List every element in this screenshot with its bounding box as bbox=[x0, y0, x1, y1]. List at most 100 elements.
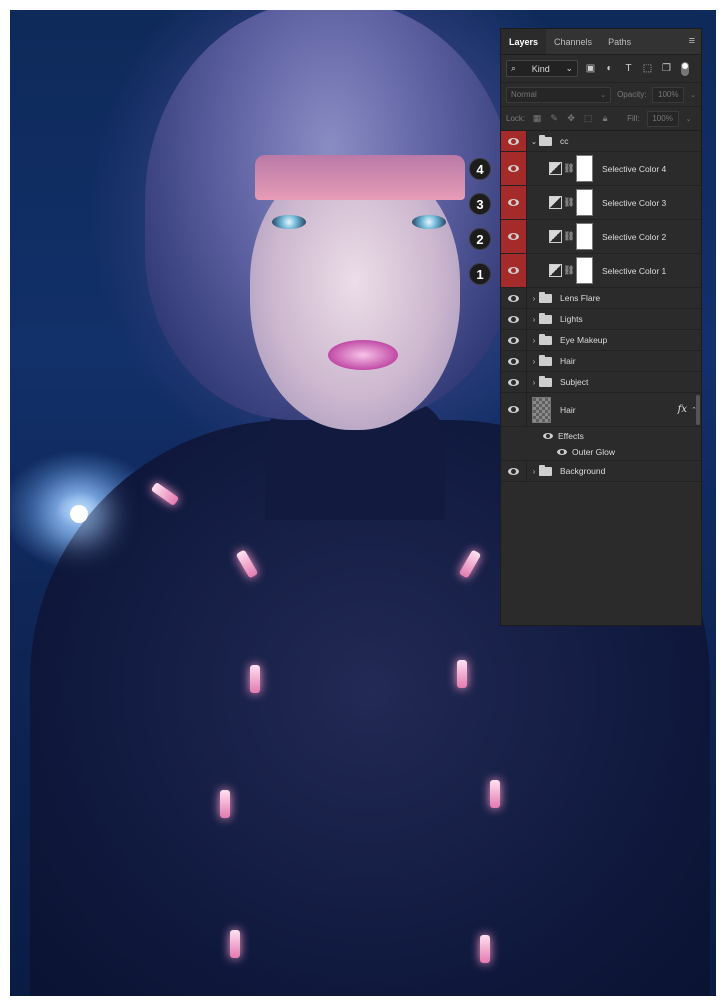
subject-left-eye bbox=[272, 215, 306, 229]
folder-icon bbox=[539, 354, 552, 366]
visibility-toggle[interactable] bbox=[501, 131, 527, 151]
layer-row-subject[interactable]: › Subject bbox=[501, 372, 701, 393]
panel-menu-icon[interactable]: ≡ bbox=[689, 36, 695, 47]
visibility-toggle[interactable] bbox=[501, 393, 527, 426]
layer-row-hair-group[interactable]: › Hair bbox=[501, 351, 701, 372]
subject-face bbox=[250, 160, 460, 430]
layer-row-eye-makeup[interactable]: › Eye Makeup bbox=[501, 330, 701, 351]
lock-all-icon[interactable]: 🔒︎ bbox=[600, 113, 610, 124]
adjustment-filter-icon[interactable]: ◐ bbox=[603, 62, 616, 75]
visibility-toggle[interactable] bbox=[501, 288, 527, 308]
fill-label: Fill: bbox=[627, 114, 640, 123]
shape-filter-icon[interactable]: ⬚ bbox=[641, 62, 654, 75]
layer-row-selective-color-2[interactable]: ⛓ Selective Color 2 bbox=[501, 220, 701, 254]
layer-thumbnail[interactable] bbox=[532, 396, 551, 423]
layer-name: Lens Flare bbox=[560, 293, 601, 303]
type-filter-icon[interactable]: T bbox=[622, 62, 635, 75]
link-icon[interactable]: ⛓ bbox=[562, 163, 576, 174]
tab-channels[interactable]: Channels bbox=[546, 29, 600, 54]
effects-row[interactable]: Effects bbox=[501, 427, 701, 444]
subject-fringe bbox=[255, 155, 465, 200]
chevron-right-icon[interactable]: › bbox=[529, 294, 539, 303]
visibility-toggle[interactable] bbox=[501, 220, 527, 253]
blend-mode-value: Normal bbox=[511, 90, 537, 99]
chevron-right-icon[interactable]: › bbox=[529, 336, 539, 345]
chevron-down-icon[interactable]: ⌄ bbox=[690, 91, 696, 99]
visibility-toggle[interactable] bbox=[501, 351, 527, 371]
search-icon: ⌕ bbox=[511, 63, 517, 73]
layer-name: Subject bbox=[560, 377, 589, 387]
folder-icon bbox=[539, 134, 552, 146]
adjustment-layer-icon bbox=[549, 230, 562, 243]
chevron-right-icon[interactable]: › bbox=[529, 315, 539, 324]
filter-toggle[interactable] bbox=[681, 61, 689, 76]
lock-position-icon[interactable]: ✥ bbox=[566, 113, 576, 124]
layer-row-background[interactable]: › Background bbox=[501, 461, 701, 482]
layer-mask-thumbnail[interactable] bbox=[576, 189, 593, 216]
pixel-filter-icon[interactable]: ▣ bbox=[584, 62, 597, 75]
lock-image-icon[interactable]: ✎ bbox=[549, 113, 559, 124]
layer-row-selective-color-1[interactable]: ⛓ Selective Color 1 bbox=[501, 254, 701, 288]
smart-object-filter-icon[interactable]: ❐ bbox=[660, 62, 673, 75]
filter-kind-select[interactable]: ⌕ Kind ⌄ bbox=[506, 60, 578, 77]
lock-artboard-icon[interactable]: ⬚ bbox=[583, 113, 593, 124]
adjustment-layer-icon bbox=[549, 162, 562, 175]
chevron-down-icon[interactable]: ⌄ bbox=[686, 115, 692, 123]
link-icon[interactable]: ⛓ bbox=[562, 197, 576, 208]
tab-paths[interactable]: Paths bbox=[600, 29, 639, 54]
opacity-field[interactable]: 100% bbox=[652, 86, 685, 103]
visibility-toggle[interactable] bbox=[501, 309, 527, 329]
layer-name: Background bbox=[560, 466, 606, 476]
layer-row-lights[interactable]: › Lights bbox=[501, 309, 701, 330]
adjustment-layer-icon bbox=[549, 264, 562, 277]
chevron-down-icon: ⌄ bbox=[565, 63, 573, 73]
layer-mask-thumbnail[interactable] bbox=[576, 223, 593, 250]
eye-icon bbox=[508, 233, 519, 240]
lens-flare bbox=[70, 505, 88, 523]
callout-badge: 3 bbox=[469, 193, 491, 215]
chevron-right-icon[interactable]: › bbox=[529, 467, 539, 476]
visibility-toggle[interactable] bbox=[501, 186, 527, 219]
blend-mode-select[interactable]: Normal ⌄ bbox=[506, 86, 612, 103]
lock-transparency-icon[interactable]: ▦ bbox=[532, 113, 542, 124]
eye-icon bbox=[508, 199, 519, 206]
layer-row-hair[interactable]: Hair fx ⌃ bbox=[501, 393, 701, 427]
layer-name: Selective Color 2 bbox=[602, 231, 667, 242]
eye-icon[interactable] bbox=[557, 449, 567, 455]
layer-mask-thumbnail[interactable] bbox=[576, 155, 593, 182]
folder-icon bbox=[539, 291, 552, 303]
visibility-toggle[interactable] bbox=[501, 152, 527, 185]
adjustment-layer-icon bbox=[549, 196, 562, 209]
chevron-right-icon[interactable]: › bbox=[529, 378, 539, 387]
layer-name: Selective Color 1 bbox=[602, 265, 667, 276]
layer-row-selective-color-3[interactable]: ⛓ Selective Color 3 bbox=[501, 186, 701, 220]
layer-row-cc[interactable]: ⌄ cc bbox=[501, 131, 701, 152]
visibility-toggle[interactable] bbox=[501, 330, 527, 350]
effect-outer-glow[interactable]: Outer Glow bbox=[501, 444, 701, 461]
tab-layers[interactable]: Layers bbox=[501, 29, 547, 54]
layer-row-lens-flare[interactable]: › Lens Flare bbox=[501, 288, 701, 309]
visibility-toggle[interactable] bbox=[501, 372, 527, 392]
layer-mask-thumbnail[interactable] bbox=[576, 257, 593, 284]
link-icon[interactable]: ⛓ bbox=[562, 231, 576, 242]
chevron-down-icon[interactable]: ⌄ bbox=[529, 137, 539, 146]
blend-row: Normal ⌄ Opacity: 100% ⌄ bbox=[501, 83, 701, 107]
layer-list: ⌄ cc ⛓ Selective Color 4 ⛓ Selective Col… bbox=[501, 131, 701, 482]
eye-icon bbox=[508, 137, 519, 145]
layer-row-selective-color-4[interactable]: ⛓ Selective Color 4 bbox=[501, 152, 701, 186]
link-icon[interactable]: ⛓ bbox=[562, 265, 576, 276]
scrollbar-thumb[interactable] bbox=[696, 395, 700, 425]
chevron-right-icon[interactable]: › bbox=[529, 357, 539, 366]
panel-tabs: Layers Channels Paths ≡ bbox=[501, 29, 701, 55]
fill-field[interactable]: 100% bbox=[646, 110, 679, 127]
fx-icon[interactable]: fx bbox=[678, 404, 687, 415]
callout-badge: 4 bbox=[469, 158, 491, 180]
layer-name: Eye Makeup bbox=[560, 335, 608, 345]
visibility-toggle[interactable] bbox=[501, 461, 527, 481]
light-strip bbox=[480, 935, 490, 963]
opacity-label: Opacity: bbox=[617, 90, 647, 99]
eye-icon[interactable] bbox=[543, 432, 553, 439]
filter-row: ⌕ Kind ⌄ ▣ ◐ T ⬚ ❐ bbox=[501, 55, 701, 83]
visibility-toggle[interactable] bbox=[501, 254, 527, 287]
eye-icon bbox=[508, 378, 519, 386]
